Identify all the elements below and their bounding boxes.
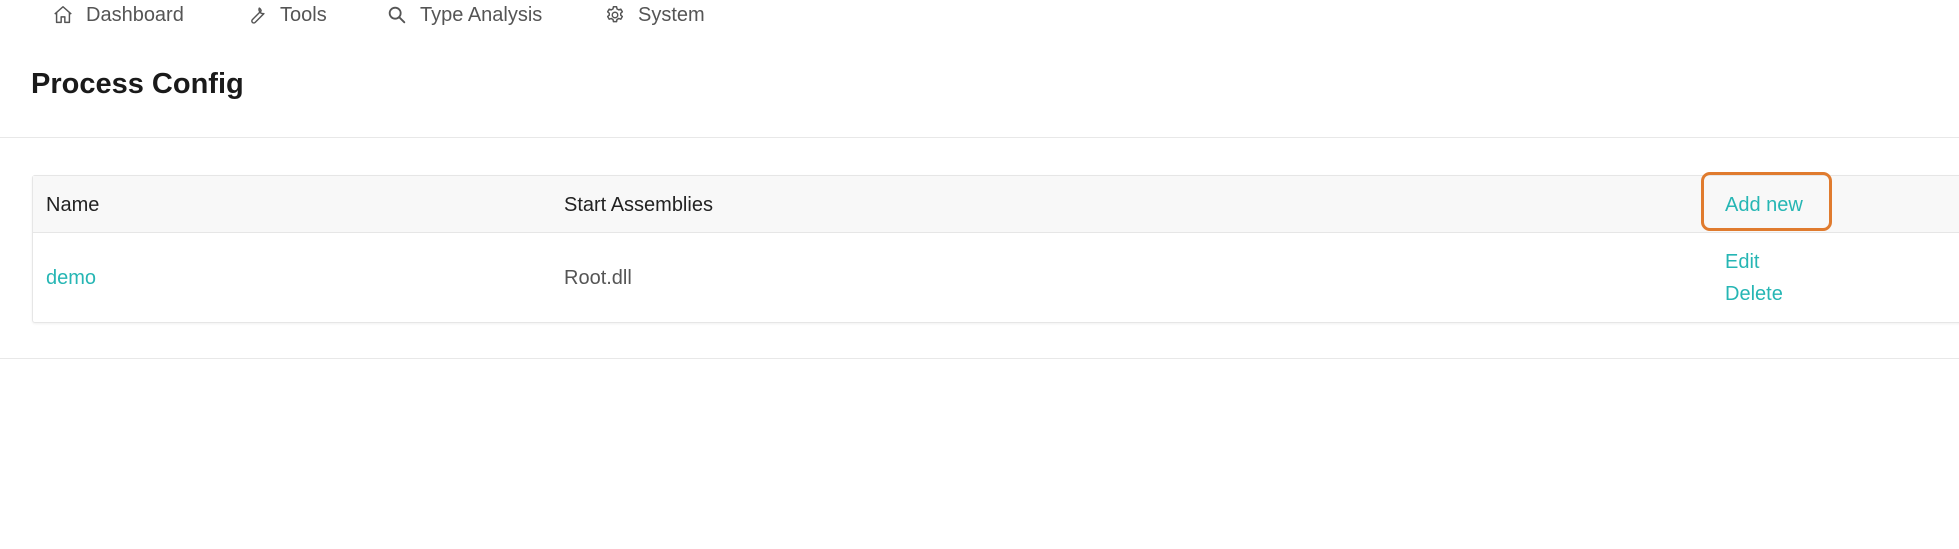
nav-item-label: System — [638, 3, 705, 26]
nav-item-label: Type Analysis — [420, 3, 543, 26]
nav-item-label: Tools — [280, 3, 327, 26]
header-divider — [0, 137, 1959, 138]
wrench-icon — [246, 4, 268, 26]
page-title: Process Config — [31, 68, 244, 100]
nav-item-system[interactable]: System — [604, 0, 705, 30]
column-header-name: Name — [46, 194, 100, 216]
gear-icon — [604, 4, 626, 26]
column-header-start-assemblies: Start Assemblies — [564, 194, 713, 216]
content-divider — [0, 358, 1959, 359]
delete-button[interactable]: Delete — [1725, 283, 1783, 306]
add-new-button[interactable]: Add new — [1725, 194, 1803, 217]
nav-item-dashboard[interactable]: Dashboard — [52, 0, 184, 30]
row-start-assemblies: Root.dll — [564, 267, 632, 289]
search-icon — [386, 4, 408, 26]
nav-item-label: Dashboard — [86, 3, 184, 26]
nav-item-type-analysis[interactable]: Type Analysis — [386, 0, 542, 30]
process-config-table: Name Start Assemblies Add new demo Root.… — [32, 172, 1959, 323]
table-header: Name Start Assemblies Add new — [33, 172, 1959, 233]
home-icon — [52, 4, 74, 26]
nav-item-tools[interactable]: Tools — [246, 0, 327, 30]
top-navigation: Dashboard Tools Type Analysis System — [0, 0, 1959, 30]
row-name-link[interactable]: demo — [46, 267, 96, 290]
edit-button[interactable]: Edit — [1725, 251, 1759, 274]
